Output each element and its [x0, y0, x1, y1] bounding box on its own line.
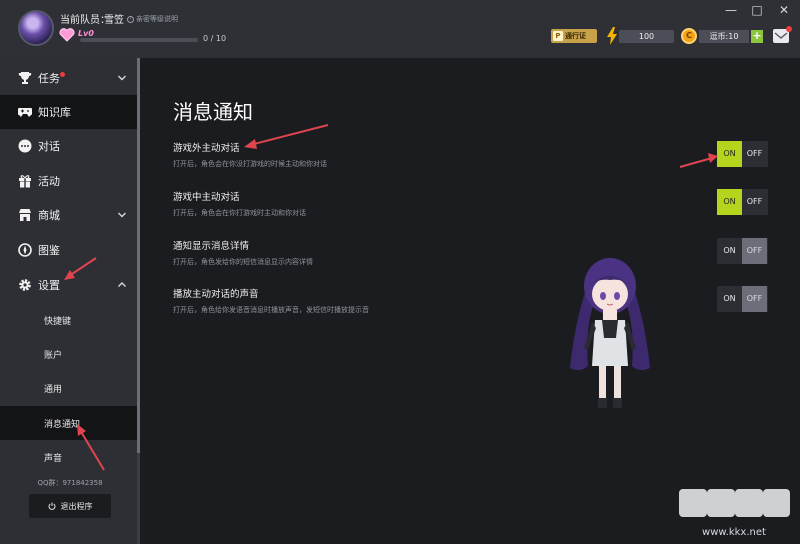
toggle-notification-details[interactable]: ON OFF	[717, 238, 768, 264]
watermark-text: www.kkx.net	[702, 527, 766, 538]
setting-description: 打开后，角色会在你打游戏时主动和你对话	[173, 209, 306, 217]
sidebar-item-label: 商城	[38, 209, 60, 222]
sidebar: 任务 知识库 对话 活动 商城 图鉴 设置 快捷键 账户 通用 消息通知 声音 …	[0, 58, 140, 544]
sidebar-item-settings[interactable]: 设置	[0, 268, 140, 302]
help-text: 亲密等级说明	[136, 15, 178, 23]
toggle-on-option[interactable]: ON	[717, 189, 742, 215]
avatar[interactable]	[18, 10, 54, 46]
subitem-label: 消息通知	[44, 419, 81, 430]
sidebar-item-label: 知识库	[38, 106, 71, 119]
character-illustration	[570, 258, 650, 408]
logout-label: 退出程序	[60, 501, 93, 511]
sidebar-subitem-notifications[interactable]: 消息通知	[0, 406, 140, 440]
toggle-on-option[interactable]: ON	[717, 286, 742, 312]
coin-balance: 逗币:10	[699, 30, 749, 43]
heart-icon	[59, 28, 75, 42]
sidebar-item-label: 活动	[38, 175, 60, 188]
toggle-off-option[interactable]: OFF	[742, 238, 767, 264]
team-name: 雪笠	[104, 15, 124, 26]
sidebar-item-chat[interactable]: 对话	[0, 129, 140, 163]
toggle-off-option[interactable]: OFF	[742, 286, 767, 312]
toggle-on-option[interactable]: ON	[717, 141, 742, 167]
setting-title: 游戏中主动对话	[173, 192, 240, 203]
gear-icon	[19, 279, 31, 291]
setting-title: 游戏外主动对话	[173, 143, 240, 154]
subitem-label: 快捷键	[44, 316, 72, 327]
logout-button[interactable]: 退出程序	[29, 494, 111, 518]
sidebar-item-tasks[interactable]: 任务	[0, 61, 140, 95]
energy-value: 100	[619, 30, 674, 43]
toggle-off-option[interactable]: OFF	[742, 189, 767, 215]
sidebar-item-label: 设置	[38, 279, 60, 292]
sidebar-item-label: 任务	[38, 72, 60, 85]
toggle-in-game-chat[interactable]: ON OFF	[717, 189, 768, 215]
mail-badge	[786, 26, 792, 32]
gift-icon	[19, 175, 31, 188]
mail-icon[interactable]	[773, 26, 792, 43]
pass-button[interactable]: P 通行证	[551, 29, 597, 43]
watermark-logo: www.kkx.net	[679, 489, 790, 538]
setting-out-of-game-chat: 游戏外主动对话 打开后，角色会在你没打游戏的时候主动和你对话	[173, 140, 753, 169]
envelope-icon	[774, 32, 788, 39]
sidebar-subitem-account[interactable]: 账户	[0, 337, 140, 371]
chevron-up-icon	[118, 282, 126, 287]
team-label: 当前队员：	[60, 15, 110, 26]
sidebar-item-label: 对话	[38, 140, 60, 153]
subitem-label: 账户	[44, 350, 63, 361]
question-icon: ?	[127, 15, 134, 23]
shop-icon	[19, 209, 31, 221]
chat-bubble-icon	[18, 139, 32, 153]
sidebar-item-knowledge-base[interactable]: 知识库	[0, 95, 140, 129]
toggle-off-option[interactable]: OFF	[742, 141, 767, 167]
subitem-label: 声音	[44, 453, 63, 464]
level-text: Lv0	[78, 29, 94, 38]
sidebar-subitem-sound[interactable]: 声音	[0, 440, 140, 474]
top-bar: 当前队员： 雪笠 ? 亲密等级说明 Lv0 0 / 10 P 通行证 100 C…	[0, 0, 800, 58]
toggle-chat-sound[interactable]: ON OFF	[717, 286, 768, 312]
sidebar-item-events[interactable]: 活动	[0, 164, 140, 198]
page-title: 消息通知	[173, 100, 253, 124]
notification-dot	[60, 72, 65, 77]
toggle-out-of-game-chat[interactable]: ON OFF	[717, 141, 768, 167]
compass-icon	[18, 243, 32, 257]
power-icon	[48, 502, 55, 510]
gamepad-icon	[18, 107, 32, 117]
sidebar-subitem-general[interactable]: 通用	[0, 371, 140, 405]
qq-group-text: QQ群：971842358	[37, 479, 103, 487]
toggle-on-option[interactable]: ON	[717, 238, 742, 264]
minimize-button[interactable]: —	[723, 3, 739, 17]
chevron-down-icon	[118, 212, 126, 218]
add-coins-button[interactable]: +	[751, 30, 763, 43]
subitem-label: 通用	[44, 384, 63, 395]
chevron-down-icon	[118, 75, 126, 81]
setting-description: 打开后，角色会在你没打游戏的时候主动和你对话	[173, 160, 327, 168]
setting-in-game-chat: 游戏中主动对话 打开后，角色会在你打游戏时主动和你对话	[173, 189, 753, 218]
main-panel: 消息通知 游戏外主动对话 打开后，角色会在你没打游戏的时候主动和你对话 ON O…	[140, 58, 800, 544]
sidebar-item-gallery[interactable]: 图鉴	[0, 233, 140, 267]
pass-icon: P	[553, 31, 563, 41]
lightning-icon	[607, 27, 617, 45]
pass-label: 通行证	[565, 32, 586, 40]
close-button[interactable]: ✕	[776, 3, 792, 17]
trophy-icon	[18, 72, 32, 84]
xp-text: 0 / 10	[203, 34, 227, 43]
coin-icon: C	[681, 28, 697, 44]
maximize-button[interactable]: □	[749, 3, 765, 17]
sidebar-subitem-hotkeys[interactable]: 快捷键	[0, 303, 140, 337]
sidebar-item-label: 图鉴	[38, 244, 60, 257]
sidebar-item-shop[interactable]: 商城	[0, 198, 140, 232]
intimacy-help-link[interactable]: ? 亲密等级说明	[127, 14, 178, 24]
xp-progress-bar	[80, 38, 198, 42]
